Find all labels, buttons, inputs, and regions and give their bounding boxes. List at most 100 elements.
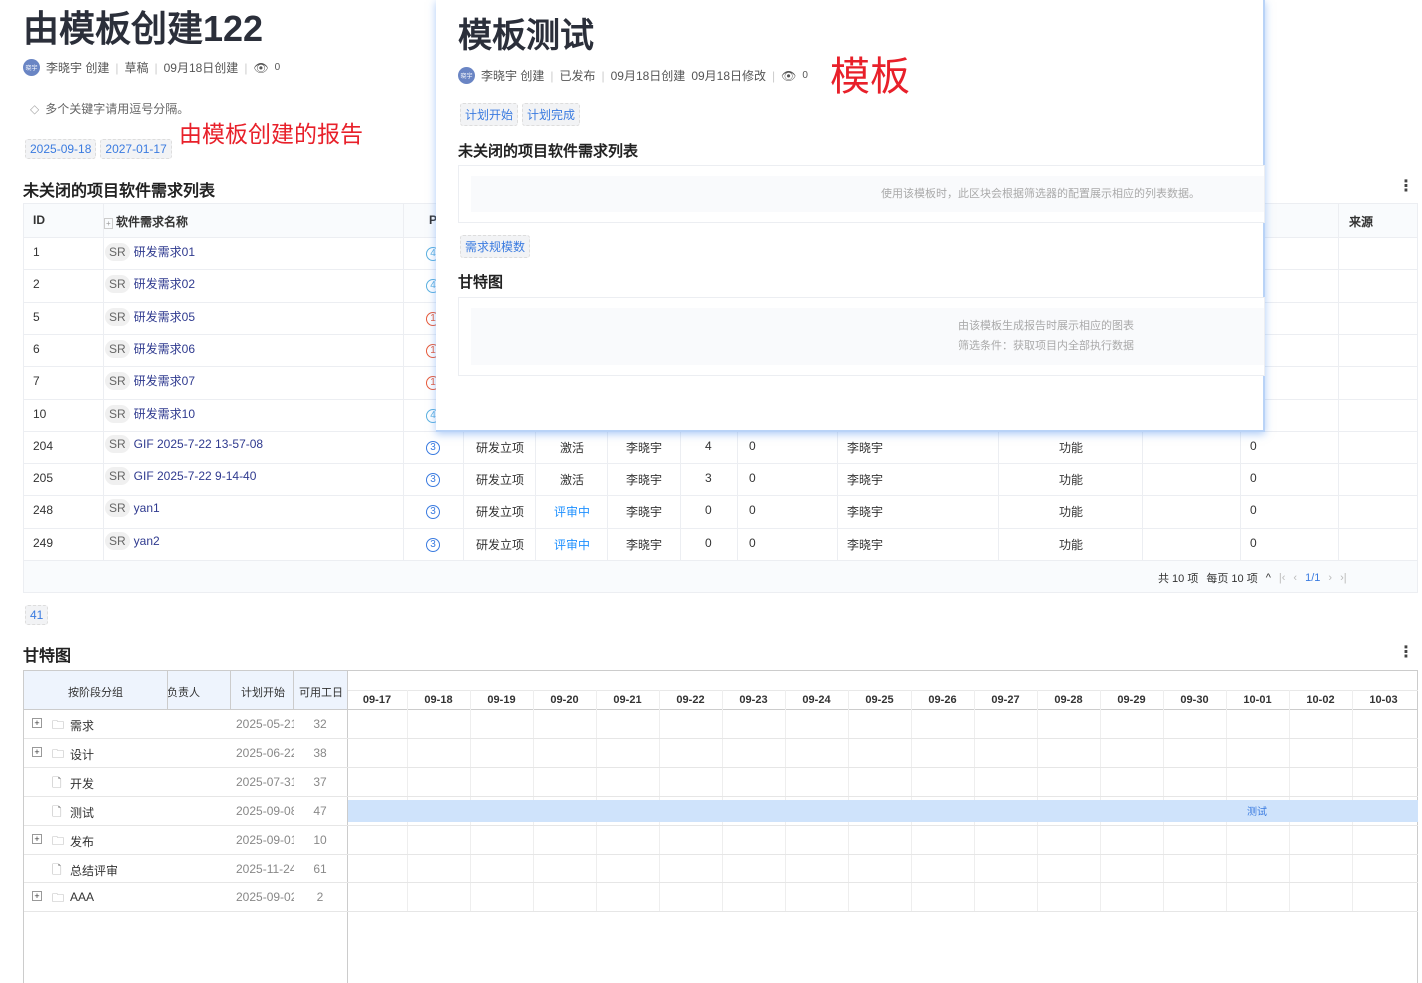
avatar: 晓宇 xyxy=(23,59,40,76)
date-tag[interactable]: 2027-01-17 xyxy=(100,139,172,159)
table-row-name[interactable]: SR 研发需求05 xyxy=(105,307,195,326)
file-icon: 🗋 xyxy=(52,804,62,819)
status: 草稿 xyxy=(124,61,149,75)
table-row-name[interactable]: SR 研发需求02 xyxy=(105,275,195,294)
col-source: 来源 xyxy=(1349,215,1374,229)
cell-owner: 李晓宇 xyxy=(626,440,663,455)
field-tag[interactable]: 计划开始 xyxy=(460,103,519,126)
gantt-date: 09-24 xyxy=(802,694,831,706)
priority-icon: 3 xyxy=(426,503,440,520)
cell-n1: 3 xyxy=(705,471,712,486)
gantt-task-name[interactable]: 设计 xyxy=(70,746,94,763)
row-id: 6 xyxy=(33,341,40,356)
more-menu-icon[interactable]: ⋮ xyxy=(1398,176,1414,196)
table-row-name[interactable]: SR yan1 xyxy=(105,499,160,518)
row-id: 7 xyxy=(33,374,40,389)
avatar: 晓宇 xyxy=(458,67,475,84)
gantt-chart xyxy=(23,670,1418,983)
type-badge: SR xyxy=(105,499,130,518)
gantt-days: 2 xyxy=(316,890,324,905)
table-row-name[interactable]: SR 研发需求01 xyxy=(105,243,195,261)
annotation-template: 模板 xyxy=(830,55,910,99)
gantt-col-header: 负责人 xyxy=(167,687,200,699)
template-gantt-title: 甘特图 xyxy=(458,274,504,291)
prev-page-icon[interactable]: ‹ xyxy=(1293,572,1297,584)
gantt-task-name[interactable]: 总结评审 xyxy=(70,862,118,879)
cell-n2: 0 xyxy=(749,535,756,550)
table-row-name[interactable]: SR 研发需求06 xyxy=(105,339,195,358)
expand-icon[interactable]: + xyxy=(32,833,42,844)
gantt-col-header: 计划开始 xyxy=(241,687,285,699)
gantt-date: 09-22 xyxy=(676,694,705,706)
cell-stage: 研发立项 xyxy=(476,473,525,488)
col-name[interactable]: + 软件需求名称 xyxy=(104,213,188,230)
table-row-name[interactable]: SR 研发需求07 xyxy=(105,372,195,391)
more-menu-icon[interactable]: ⋮ xyxy=(1398,642,1414,662)
gantt-date: 09-26 xyxy=(928,694,957,706)
gantt-task-name[interactable]: 发布 xyxy=(70,833,94,850)
date-tag[interactable]: 2025-09-18 xyxy=(25,139,97,159)
row-id: 205 xyxy=(33,471,54,486)
file-icon: 🗋 xyxy=(52,775,62,790)
gantt-date: 09-30 xyxy=(1180,694,1209,706)
gantt-task-name[interactable]: 测试 xyxy=(70,804,94,821)
folder-icon: 🗀 xyxy=(52,833,65,848)
table-row-name[interactable]: SR GIF 2025-7-22 9-14-40 xyxy=(105,467,256,486)
gantt-task-name[interactable]: 开发 xyxy=(70,775,94,792)
priority-icon: 3 xyxy=(426,471,440,488)
gantt-date: 09-29 xyxy=(1117,694,1146,706)
author[interactable]: 李晓宇 创建 xyxy=(46,59,109,76)
cell-user: 李晓宇 xyxy=(847,505,884,520)
gantt-date: 09-25 xyxy=(865,694,894,706)
table-row-name[interactable]: SR GIF 2025-7-22 13-57-08 xyxy=(105,434,263,453)
gantt-start: 2025-05-21 xyxy=(236,717,294,731)
gantt-date: 10-03 xyxy=(1369,694,1398,706)
gantt-start: 2025-09-01 xyxy=(236,832,294,847)
row-id: 1 xyxy=(33,245,40,259)
type-badge: SR xyxy=(105,307,130,326)
gantt-start: 2025-07-31 xyxy=(236,774,294,789)
view-count: 0 xyxy=(802,70,808,81)
author[interactable]: 李晓宇 创建 xyxy=(481,67,544,84)
gantt-title: 甘特图 xyxy=(23,648,72,665)
table-row-name[interactable]: SR 研发需求10 xyxy=(105,404,195,423)
cell-user: 李晓宇 xyxy=(847,473,884,488)
folder-icon: 🗀 xyxy=(52,746,65,761)
keywords-placeholder: 多个关键字请用逗号分隔。 xyxy=(45,102,190,116)
expand-icon[interactable]: + xyxy=(32,891,42,902)
eye-icon: 👁 xyxy=(781,68,797,83)
expand-icon[interactable]: + xyxy=(32,718,42,728)
cell-n2: 0 xyxy=(749,503,756,518)
gantt-task-name[interactable]: 需求 xyxy=(70,717,94,734)
gantt-task-name[interactable]: AAA xyxy=(70,890,94,904)
page-size-select[interactable]: 每页 10 项 xyxy=(1206,570,1257,586)
cell-n2: 0 xyxy=(749,471,756,486)
expand-icon[interactable]: + xyxy=(104,218,113,229)
gantt-start: 2025-09-02 xyxy=(236,890,294,905)
gantt-days: 37 xyxy=(313,774,327,789)
keywords-input[interactable]: ◇ 多个关键字请用逗号分隔。 xyxy=(30,100,189,117)
chevron-up-icon[interactable]: ^ xyxy=(1266,572,1271,584)
page-indicator: 1/1 xyxy=(1305,572,1321,584)
gantt-days: 61 xyxy=(313,861,327,876)
modified-date: 09月18日修改 xyxy=(691,69,767,83)
cell-stage: 研发立项 xyxy=(476,440,525,455)
table-row-name[interactable]: SR yan2 xyxy=(105,531,160,550)
metric-tag[interactable]: 需求规模数 xyxy=(460,235,531,258)
created-date: 09月18日创建 xyxy=(163,61,239,75)
first-page-icon[interactable]: |‹ xyxy=(1279,572,1286,584)
cell-state: 评审中 xyxy=(554,537,591,552)
type-badge: SR xyxy=(105,275,130,294)
gantt-date: 09-20 xyxy=(550,694,579,706)
tag-icon: ◇ xyxy=(30,101,40,116)
next-page-icon[interactable]: › xyxy=(1328,572,1332,584)
priority-icon: 3 xyxy=(426,536,440,552)
gantt-days: 38 xyxy=(313,745,327,760)
metric-tag[interactable]: 41 xyxy=(25,605,49,625)
folder-icon: 🗀 xyxy=(52,891,65,906)
list-placeholder: 使用该模板时，此区块会根据筛选器的配置展示相应的列表数据。 xyxy=(458,165,1265,223)
cell-kind: 功能 xyxy=(1059,473,1084,488)
field-tag[interactable]: 计划完成 xyxy=(522,103,581,126)
last-page-icon[interactable]: ›| xyxy=(1340,572,1347,584)
expand-icon[interactable]: + xyxy=(32,746,42,757)
